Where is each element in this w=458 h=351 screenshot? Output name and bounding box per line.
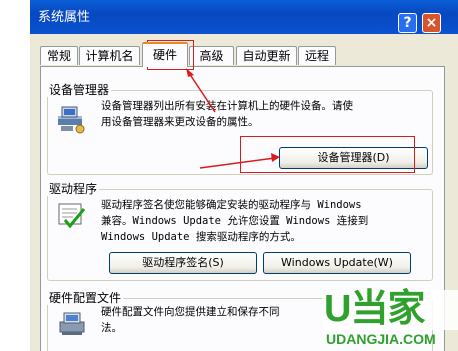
watermark-brand-text: U当家 [324, 288, 425, 330]
arrowhead-device-manager [271, 153, 280, 162]
arrowhead-hardware-tab [186, 68, 194, 77]
tab-hardware[interactable]: 硬件 [142, 42, 188, 67]
watermark-url: UDANGJIA.COM [326, 331, 436, 347]
arrow-to-device-manager-button [199, 157, 276, 169]
arrow-to-hardware-tab [186, 69, 216, 113]
